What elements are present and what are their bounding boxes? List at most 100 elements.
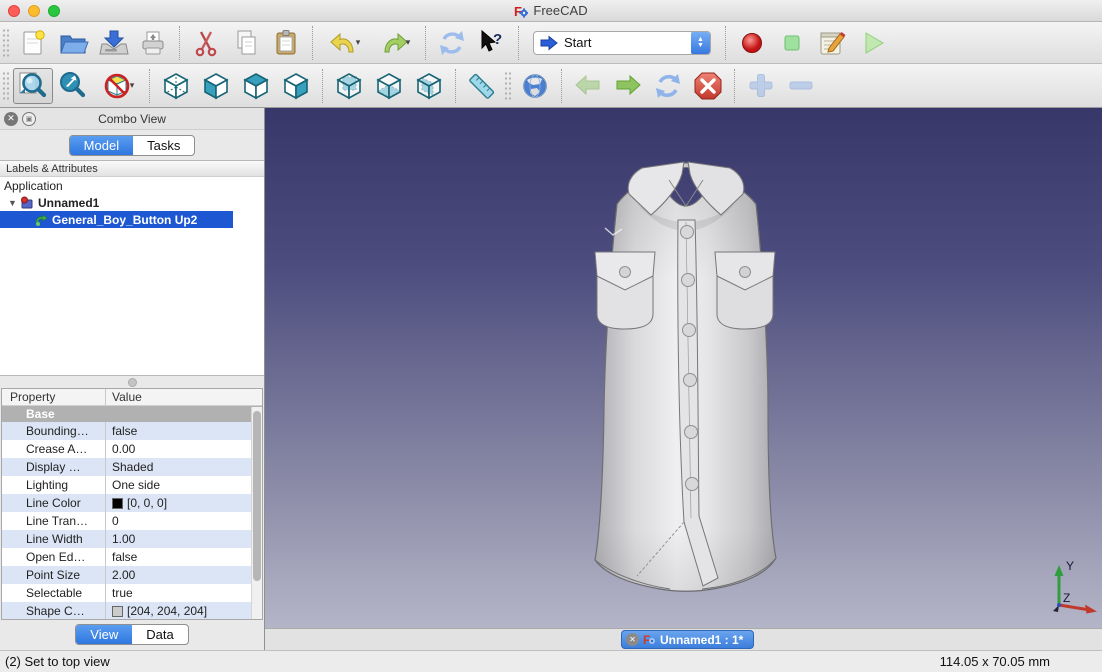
property-row[interactable]: Selectable true (2, 584, 262, 602)
measure-ruler-icon (465, 69, 499, 103)
property-value[interactable]: [204, 204, 204] (106, 604, 262, 618)
viewport-3d[interactable]: Y Z (265, 108, 1102, 628)
view-right-button[interactable] (276, 68, 316, 104)
undo-button[interactable]: ▾ (319, 25, 369, 61)
tab-model[interactable]: Model (70, 136, 133, 155)
property-value[interactable]: Shaded (106, 460, 262, 474)
property-scrollbar[interactable] (251, 407, 262, 619)
save-button[interactable] (93, 25, 133, 61)
new-document-icon (17, 27, 49, 59)
property-row[interactable]: Crease A… 0.00 (2, 440, 262, 458)
zoom-out-button[interactable] (781, 68, 821, 104)
new-document-button[interactable] (13, 25, 53, 61)
property-value[interactable]: 0 (106, 514, 262, 528)
mdi-area: Y Z ✕ F Unnamed1 : 1* (265, 108, 1102, 650)
tab-tasks[interactable]: Tasks (133, 136, 194, 155)
zoom-window-button[interactable] (48, 5, 60, 17)
tree-item-document[interactable]: ▼ Unnamed1 (0, 194, 264, 211)
property-row[interactable]: Open Ed… false (2, 548, 262, 566)
splitter-handle-icon[interactable] (128, 378, 137, 387)
property-row[interactable]: Display … Shaded (2, 458, 262, 476)
fit-all-button[interactable] (13, 68, 53, 104)
nav-back-button[interactable] (568, 68, 608, 104)
tree-column-header: Labels & Attributes (0, 161, 264, 177)
tab-close-icon[interactable]: ✕ (626, 633, 639, 646)
toolbar-drag-handle[interactable] (2, 71, 10, 101)
property-value[interactable]: [0, 0, 0] (106, 496, 262, 510)
property-row[interactable]: Line Color [0, 0, 0] (2, 494, 262, 512)
open-file-button[interactable] (53, 25, 93, 61)
expand-triangle-icon[interactable]: ▼ (8, 198, 20, 208)
view-axonometric-button[interactable] (156, 68, 196, 104)
property-group-base[interactable]: Base (2, 406, 262, 422)
nav-refresh-button[interactable] (648, 68, 688, 104)
view-rear-button[interactable] (329, 68, 369, 104)
fit-all-icon (16, 69, 50, 103)
panel-close-icon[interactable]: ✕ (4, 112, 18, 126)
panel-splitter[interactable] (0, 376, 264, 388)
cut-button[interactable] (186, 25, 226, 61)
nav-stop-button[interactable] (688, 68, 728, 104)
undo-dropdown-arrow[interactable]: ▾ (356, 37, 361, 48)
zoom-selection-button[interactable] (53, 68, 93, 104)
macro-stop-button[interactable] (772, 25, 812, 61)
web-globe-icon (518, 69, 552, 103)
macro-edit-button[interactable] (812, 25, 852, 61)
property-row[interactable]: Bounding… false (2, 422, 262, 440)
draw-style-dropdown-arrow[interactable]: ▾ (130, 80, 135, 91)
property-row[interactable]: Line Width 1.00 (2, 530, 262, 548)
toolbar-separator (725, 26, 726, 60)
workbench-selector[interactable]: Start ▲▼ (533, 31, 711, 55)
tree-root-application[interactable]: Application (0, 177, 264, 194)
scrollbar-thumb[interactable] (253, 411, 261, 581)
property-value[interactable]: true (106, 586, 262, 600)
tab-view[interactable]: View (76, 625, 132, 644)
property-value[interactable]: 0.00 (106, 442, 262, 456)
view-front-button[interactable] (196, 68, 236, 104)
mdi-tab-label: Unnamed1 : 1* (660, 633, 743, 647)
property-value[interactable]: 2.00 (106, 568, 262, 582)
property-row[interactable]: Lighting One side (2, 476, 262, 494)
column-value: Value (106, 390, 262, 404)
tree-item-selected[interactable]: General_Boy_Button Up2 (0, 211, 233, 228)
property-name: Line Width (2, 530, 106, 548)
toolbar-drag-handle[interactable] (2, 28, 10, 58)
web-browser-button[interactable] (515, 68, 555, 104)
toolbar-separator (518, 26, 519, 60)
property-editor: Property Value Base Bounding… false Crea… (1, 388, 263, 620)
nav-forward-button[interactable] (608, 68, 648, 104)
close-window-button[interactable] (8, 5, 20, 17)
mdi-tab-unnamed1[interactable]: ✕ F Unnamed1 : 1* (621, 630, 754, 649)
workbench-dropdown-stepper[interactable]: ▲▼ (691, 31, 710, 55)
macro-record-button[interactable] (732, 25, 772, 61)
property-value[interactable]: One side (106, 478, 262, 492)
draw-style-button[interactable]: ▾ (93, 68, 143, 104)
copy-button[interactable] (226, 25, 266, 61)
refresh-button[interactable] (432, 25, 472, 61)
toolbar-separator (322, 69, 323, 103)
minimize-window-button[interactable] (28, 5, 40, 17)
macro-execute-button[interactable] (852, 25, 892, 61)
property-row[interactable]: Point Size 2.00 (2, 566, 262, 584)
property-row-clipped[interactable]: Shape C… [204, 204, 204] (2, 602, 262, 620)
property-value[interactable]: false (106, 424, 262, 438)
view-top-button[interactable] (236, 68, 276, 104)
view-bottom-button[interactable] (369, 68, 409, 104)
nav-refresh-icon (651, 69, 685, 103)
measure-distance-button[interactable] (462, 68, 502, 104)
panel-float-icon[interactable]: ▣ (22, 112, 36, 126)
paste-button[interactable] (266, 25, 306, 61)
redo-button[interactable]: ▾ (369, 25, 419, 61)
redo-dropdown-arrow[interactable]: ▾ (406, 37, 411, 48)
axis-indicator: Y Z (1046, 558, 1098, 620)
whats-this-button[interactable]: ? (472, 25, 512, 61)
property-value[interactable]: 1.00 (106, 532, 262, 546)
mesh-object-icon (34, 213, 48, 227)
view-left-button[interactable] (409, 68, 449, 104)
property-value[interactable]: false (106, 550, 262, 564)
property-row[interactable]: Line Tran… 0 (2, 512, 262, 530)
zoom-in-button[interactable] (741, 68, 781, 104)
print-button[interactable] (133, 25, 173, 61)
tab-data[interactable]: Data (132, 625, 187, 644)
toolbar-drag-handle[interactable] (504, 71, 512, 101)
